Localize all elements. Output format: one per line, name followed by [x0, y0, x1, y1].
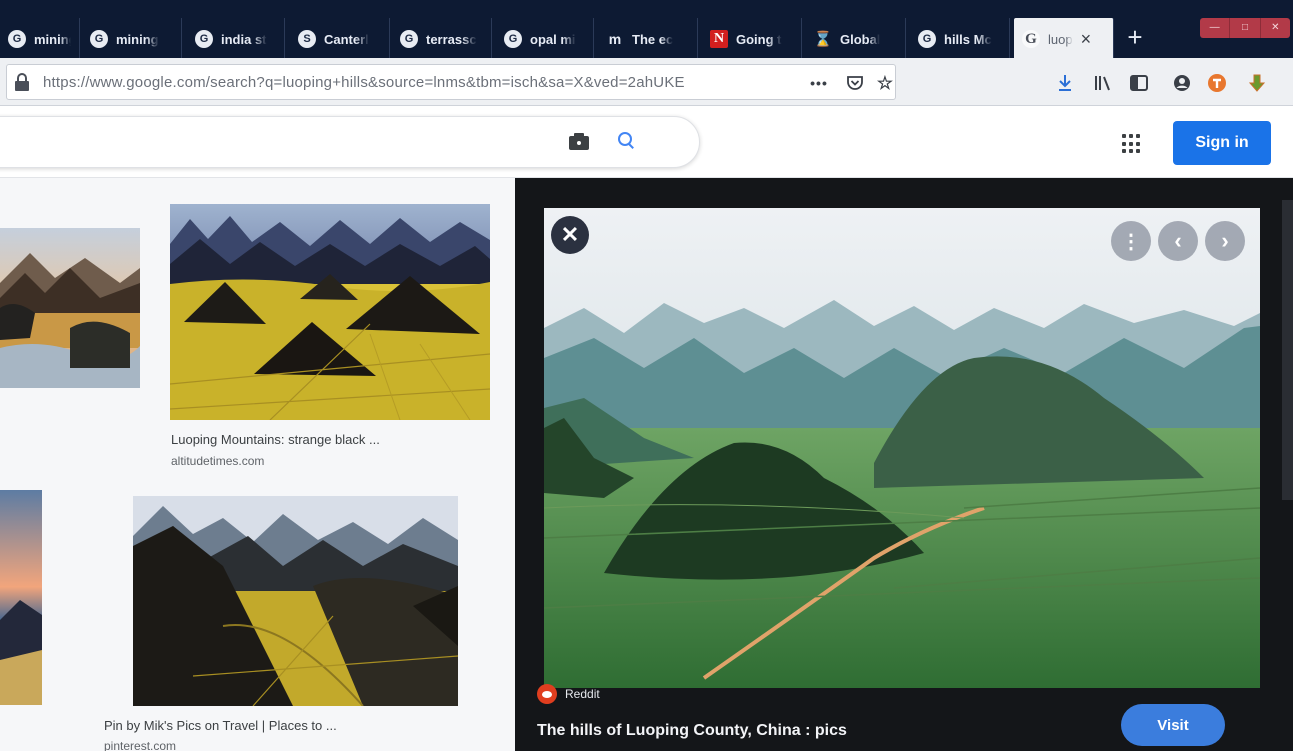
- close-window-icon[interactable]: ✕: [1261, 18, 1290, 38]
- tab-luop-active[interactable]: G luop ×: [1014, 18, 1114, 60]
- result-caption[interactable]: Luoping Mountains: strange black ...: [171, 432, 380, 447]
- maximize-icon[interactable]: □: [1230, 18, 1261, 38]
- tab-label: luop: [1048, 31, 1073, 47]
- preview-title[interactable]: The hills of Luoping County, China : pic…: [537, 722, 847, 740]
- library-icon[interactable]: [1092, 72, 1114, 94]
- tab-opal[interactable]: G opal mi: [496, 18, 594, 60]
- minimize-icon[interactable]: —: [1200, 18, 1231, 38]
- image-results-grid: Luoping Mountains: strange black ... alt…: [0, 178, 515, 751]
- tab-label: hills Mc: [944, 31, 992, 47]
- extension-shield-icon[interactable]: [1206, 72, 1228, 94]
- bookmark-star-icon[interactable]: ☆: [871, 69, 899, 97]
- reddit-icon: [537, 684, 557, 704]
- window-controls: — □ ✕: [1200, 18, 1290, 38]
- lock-icon[interactable]: [15, 73, 29, 91]
- tab-india[interactable]: G india st: [187, 18, 285, 60]
- tab-label: mining: [116, 31, 159, 47]
- image-preview-panel: ✕ ⋮ ‹ › Reddit The hills of Luoping Coun…: [515, 178, 1293, 751]
- m-site-icon: m: [608, 31, 622, 47]
- sidebar-icon[interactable]: [1128, 72, 1150, 94]
- tab-the-ec[interactable]: m The ec: [598, 18, 698, 60]
- s-site-icon: S: [298, 30, 316, 48]
- apps-grid-icon[interactable]: [1122, 134, 1142, 154]
- result-source: pinterest.com: [104, 739, 177, 751]
- tab-mining-1[interactable]: G mining: [0, 18, 80, 60]
- tab-label: Canterl: [324, 31, 369, 47]
- netflix-icon: N: [710, 30, 728, 48]
- tab-label: The ec: [632, 31, 674, 47]
- google-icon: G: [90, 30, 108, 48]
- search-icon[interactable]: [617, 131, 637, 151]
- pocket-icon[interactable]: [841, 69, 869, 97]
- google-icon: G: [195, 30, 213, 48]
- result-thumbnail[interactable]: [0, 228, 140, 388]
- tab-label: Going t: [736, 31, 782, 47]
- result-caption[interactable]: Pin by Mik's Pics on Travel | Places to …: [104, 718, 337, 733]
- preview-site-name: Reddit: [565, 687, 600, 701]
- tab-label: mining: [34, 31, 71, 47]
- url-text[interactable]: https://www.google.com/search?q=luoping+…: [43, 74, 803, 91]
- preview-image[interactable]: [544, 208, 1260, 688]
- scrollbar[interactable]: [1282, 200, 1293, 500]
- result-source: altitudetimes.com: [171, 454, 265, 468]
- result-thumbnail-pinterest[interactable]: [133, 496, 458, 706]
- previous-image-button[interactable]: ‹: [1158, 221, 1198, 261]
- tab-going[interactable]: N Going t: [702, 18, 802, 60]
- close-preview-button[interactable]: ✕: [551, 216, 589, 254]
- sign-in-button[interactable]: Sign in: [1173, 121, 1271, 165]
- download-icon[interactable]: [1054, 72, 1076, 94]
- extension-arrow-icon[interactable]: [1246, 72, 1268, 94]
- camera-icon[interactable]: [569, 132, 589, 150]
- result-thumbnail[interactable]: [0, 490, 42, 705]
- new-tab-button[interactable]: +: [1120, 22, 1150, 54]
- preview-source-row[interactable]: Reddit: [537, 684, 600, 704]
- url-bar[interactable]: https://www.google.com/search?q=luoping+…: [6, 64, 896, 100]
- tab-label: Global: [840, 31, 881, 47]
- tab-mining-2[interactable]: G mining: [82, 18, 182, 60]
- tab-label: india st: [221, 31, 267, 47]
- google-icon: G: [504, 30, 522, 48]
- tab-hills[interactable]: G hills Mc: [910, 18, 1010, 60]
- navigation-toolbar: https://www.google.com/search?q=luoping+…: [0, 58, 1293, 106]
- browser-window: G mining G mining G india st S Canterl G…: [0, 0, 1293, 751]
- tab-canterl[interactable]: S Canterl: [290, 18, 390, 60]
- hourglass-icon: ⌛: [813, 31, 833, 48]
- google-icon: G: [400, 30, 418, 48]
- result-thumbnail-luoping-mountains[interactable]: [170, 204, 490, 420]
- google-icon: G: [8, 30, 26, 48]
- account-icon[interactable]: [1171, 72, 1193, 94]
- google-header: Sign in: [0, 106, 1293, 178]
- tab-label: terrassc: [426, 31, 477, 47]
- next-image-button[interactable]: ›: [1205, 221, 1245, 261]
- search-box[interactable]: [0, 116, 700, 168]
- google-icon: G: [1022, 30, 1040, 48]
- more-options-icon[interactable]: ⋮: [1111, 221, 1151, 261]
- tab-strip: G mining G mining G india st S Canterl G…: [0, 0, 1293, 60]
- tab-global[interactable]: ⌛ Global: [806, 18, 906, 60]
- google-icon: G: [918, 30, 936, 48]
- close-tab-icon[interactable]: ×: [1081, 29, 1092, 50]
- page-actions-icon[interactable]: •••: [799, 69, 839, 97]
- visit-button[interactable]: Visit: [1121, 704, 1225, 746]
- tab-terrassc[interactable]: G terrassc: [392, 18, 492, 60]
- tab-label: opal mi: [530, 31, 576, 47]
